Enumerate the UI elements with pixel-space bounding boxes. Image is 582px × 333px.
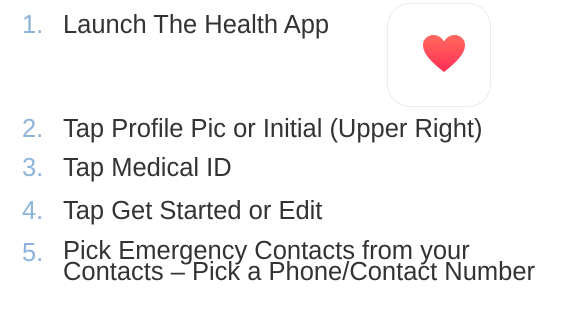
step-number: 5. xyxy=(22,239,44,267)
step-number: 3. xyxy=(22,154,44,182)
step-number: 1. xyxy=(22,11,44,39)
step-text: Tap Profile Pic or Initial (Upper Right) xyxy=(63,115,483,143)
step-text: Pick Emergency Contacts from your Contac… xyxy=(63,237,535,286)
step-number: 2. xyxy=(22,115,44,143)
health-app-icon xyxy=(388,4,490,106)
step-text: Launch The Health App xyxy=(63,11,330,39)
step-text: Tap Get Started or Edit xyxy=(63,197,323,225)
step-text: Tap Medical ID xyxy=(63,154,232,182)
heart-icon xyxy=(423,35,465,72)
step-number: 4. xyxy=(22,197,44,225)
